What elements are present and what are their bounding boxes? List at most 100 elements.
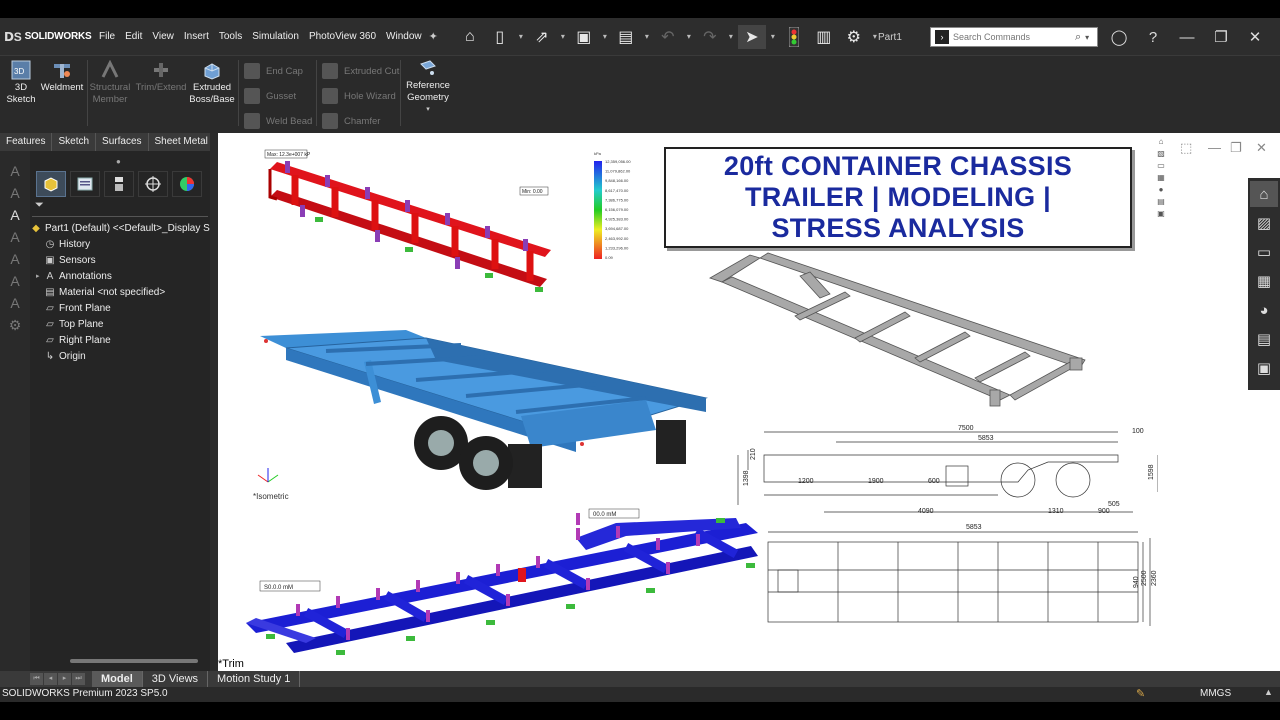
print-caret-icon[interactable]: ▾ — [642, 32, 652, 41]
menu-view[interactable]: View — [147, 31, 179, 42]
expand-arrow-icon[interactable]: ▸ — [36, 272, 44, 280]
reference-geometry-button[interactable]: Reference Geometry ▾ — [404, 58, 452, 116]
save-caret-icon[interactable]: ▾ — [600, 32, 610, 41]
menu-insert[interactable]: Insert — [179, 31, 214, 42]
graphics-close-icon[interactable]: ✕ — [1256, 140, 1267, 156]
file-explorer-icon[interactable]: ▭ — [1250, 239, 1278, 265]
view-home-icon[interactable]: ⌂ — [1154, 137, 1168, 148]
extruded-boss-button[interactable]: Extruded Boss/Base — [189, 60, 235, 106]
status-expand-icon[interactable]: ▲ — [1264, 687, 1273, 697]
configuration-manager-tab-icon[interactable] — [104, 171, 134, 197]
solidworks-resources-icon[interactable]: ⌂ — [1250, 181, 1278, 207]
gusset-button[interactable]: Gusset — [244, 88, 296, 104]
feature-tree-tab-icon[interactable] — [36, 171, 66, 197]
bottom-tab-motion-study-1[interactable]: Motion Study 1 — [208, 671, 301, 687]
settings-gear-small-icon[interactable]: ⚙ — [4, 317, 26, 335]
solidworks-forum-icon[interactable]: ▣ — [1250, 355, 1278, 381]
open-icon[interactable]: ⇗ — [528, 25, 556, 49]
graphics-restore-icon[interactable]: ❐ — [1230, 140, 1242, 156]
new-document-icon[interactable]: ▯ — [486, 25, 514, 49]
tree-item-top-plane[interactable]: ▱ Top Plane — [30, 316, 210, 332]
unit-system[interactable]: MMGS — [1200, 688, 1231, 699]
graphics-minimize-icon[interactable]: — — [1208, 140, 1221, 155]
trim-extend-button[interactable]: Trim/Extend — [135, 60, 187, 94]
annotation-d-icon[interactable]: A — [4, 229, 26, 247]
search-input[interactable] — [953, 32, 1073, 42]
options-gear-icon[interactable]: ⚙ — [840, 25, 868, 49]
view-custom-icon[interactable]: ▣ — [1154, 209, 1168, 220]
traffic-light-icon[interactable] — [780, 25, 808, 49]
tree-item-front-plane[interactable]: ▱ Front Plane — [30, 300, 210, 316]
tree-root-part[interactable]: ◆ Part1 (Default) <<Default>_Display S — [30, 220, 210, 236]
bottom-tab-3d-views[interactable]: 3D Views — [143, 671, 209, 687]
tree-filter[interactable]: ⏷ — [32, 199, 208, 217]
undo-caret-icon[interactable]: ▾ — [684, 32, 694, 41]
tree-item-history[interactable]: ◷ History — [30, 236, 210, 252]
end-cap-button[interactable]: End Cap — [244, 63, 303, 79]
select-cursor-icon[interactable]: ➤ — [737, 24, 766, 49]
menu-edit[interactable]: Edit — [120, 31, 147, 42]
user-account-icon[interactable]: ◯ — [1102, 28, 1136, 46]
tree-item-origin[interactable]: ↳ Origin — [30, 348, 210, 364]
minimize-icon[interactable]: — — [1170, 29, 1204, 46]
menu-simulation[interactable]: Simulation — [247, 31, 304, 42]
weldment-button[interactable]: Weldment — [40, 60, 84, 94]
restore-icon[interactable]: ❐ — [1204, 28, 1238, 46]
extruded-cut-button[interactable]: Extruded Cut — [322, 63, 399, 79]
menu-window[interactable]: Window — [381, 31, 427, 42]
chamfer-button[interactable]: Chamfer — [322, 113, 380, 129]
custom-properties-icon[interactable]: ▤ — [1250, 326, 1278, 352]
new-caret-icon[interactable]: ▾ — [516, 32, 526, 41]
design-library-icon[interactable]: ▨ — [1250, 210, 1278, 236]
weld-bead-button[interactable]: Weld Bead — [244, 113, 312, 129]
tree-item-material-not-specified[interactable]: ▤ Material <not specified> — [30, 284, 210, 300]
menu-photoview-360[interactable]: PhotoView 360 — [304, 31, 381, 42]
next-tab-arrow-icon[interactable]: ▸ — [58, 673, 71, 685]
search-caret-icon[interactable]: ▾ — [1085, 33, 1089, 42]
menu-tools[interactable]: Tools — [214, 31, 247, 42]
annotation-c-icon[interactable]: A — [4, 207, 26, 225]
view-palette-pane-icon[interactable]: ▦ — [1250, 268, 1278, 294]
property-manager-tab-icon[interactable] — [70, 171, 100, 197]
view-palette-icon[interactable]: ▦ — [1154, 173, 1168, 184]
rebuild-status-icon[interactable]: ✎ — [1136, 687, 1145, 700]
view-appearance-icon[interactable]: ● — [1154, 185, 1168, 196]
panel-grip-icon[interactable]: ● — [116, 157, 121, 166]
annotation-f-icon[interactable]: A — [4, 273, 26, 291]
bottom-tab-model[interactable]: Model — [92, 671, 143, 687]
tab-sketch[interactable]: Sketch — [52, 133, 97, 151]
tree-item-right-plane[interactable]: ▱ Right Plane — [30, 332, 210, 348]
search-commands[interactable]: › ⌕ ▾ — [930, 27, 1098, 47]
tree-item-sensors[interactable]: ▣ Sensors — [30, 252, 210, 268]
annotation-b-icon[interactable]: A — [4, 185, 26, 203]
annotation-a-icon[interactable]: A — [4, 163, 26, 181]
redo-icon[interactable]: ↷ — [696, 25, 724, 49]
last-tab-arrow-icon[interactable]: ⏭ — [72, 673, 85, 685]
dimxpert-tab-icon[interactable] — [138, 171, 168, 197]
tab-features[interactable]: Features — [0, 133, 53, 151]
redo-caret-icon[interactable]: ▾ — [726, 32, 736, 41]
prev-tab-arrow-icon[interactable]: ◂ — [44, 673, 57, 685]
first-tab-arrow-icon[interactable]: ⏮ — [30, 673, 43, 685]
annotation-e-icon[interactable]: A — [4, 251, 26, 269]
view-layers-icon[interactable]: ▧ — [1154, 149, 1168, 160]
tab-surfaces[interactable]: Surfaces — [96, 133, 149, 151]
menu-file[interactable]: File — [94, 31, 120, 42]
annotation-g-icon[interactable]: A — [4, 295, 26, 313]
search-icon[interactable]: ⌕ — [1075, 31, 1081, 44]
3d-sketch-button[interactable]: 3D 3D Sketch — [6, 60, 36, 106]
graphics-expand-icon[interactable]: ⬚ — [1180, 140, 1192, 156]
view-folder-icon[interactable]: ▭ — [1154, 161, 1168, 172]
view-properties-icon[interactable]: ▤ — [1154, 197, 1168, 208]
file-properties-icon[interactable]: ▥ — [810, 25, 838, 49]
print-icon[interactable]: ▤ — [612, 25, 640, 49]
display-manager-tab-icon[interactable] — [172, 171, 202, 197]
structural-member-button[interactable]: Structural Member — [88, 60, 132, 106]
tree-item-annotations[interactable]: ▸ A Annotations — [30, 268, 210, 284]
select-caret-icon[interactable]: ▾ — [768, 32, 778, 41]
pin-icon[interactable]: ✦ — [429, 30, 438, 43]
tree-horizontal-scrollbar[interactable] — [70, 659, 198, 663]
hole-wizard-button[interactable]: Hole Wizard — [322, 88, 396, 104]
save-icon[interactable]: ▣ — [570, 25, 598, 49]
appearances-icon[interactable]: ◕ — [1250, 297, 1278, 323]
